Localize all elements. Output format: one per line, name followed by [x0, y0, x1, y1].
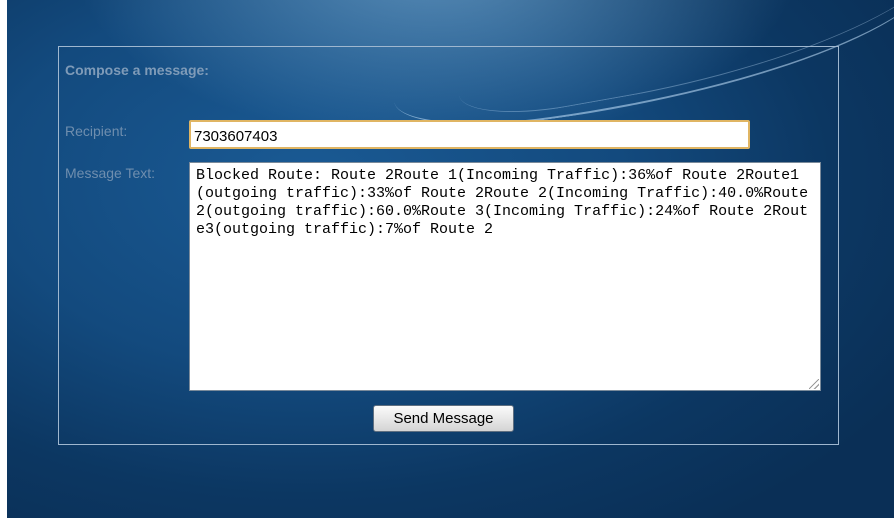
compose-message-panel: Compose a message: Recipient: Message Te… — [58, 46, 839, 445]
send-message-button[interactable]: Send Message — [373, 405, 514, 432]
message-text-label: Message Text: — [65, 165, 156, 181]
recipient-label: Recipient: — [65, 123, 128, 139]
recipient-input[interactable] — [189, 120, 750, 149]
textarea-resize-grip[interactable] — [809, 379, 819, 389]
compose-title: Compose a message: — [65, 62, 209, 78]
message-textarea[interactable]: Blocked Route: Route 2Route 1(Incoming T… — [189, 162, 821, 391]
desktop-background: Compose a message: Recipient: Message Te… — [7, 0, 894, 518]
